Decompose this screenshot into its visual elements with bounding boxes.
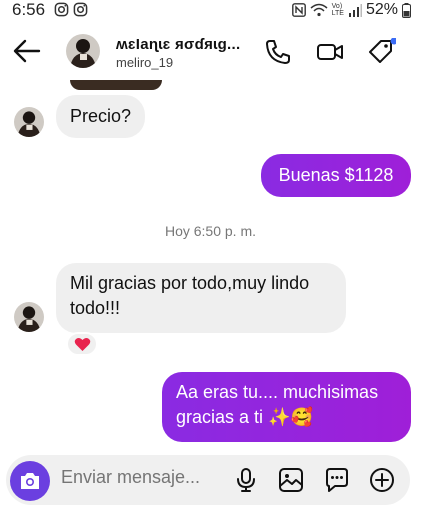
message-bubble-outgoing[interactable]: Buenas $1128 (261, 154, 411, 197)
message-text-line: gracias a ti ✨🥰 (176, 407, 313, 427)
message-text: Buenas $1128 (278, 165, 394, 185)
message-text-line: todo!!! (70, 298, 121, 318)
status-right-cluster: Vo) LTE 52% (291, 1, 411, 19)
sender-avatar[interactable] (14, 107, 44, 137)
video-camera-icon[interactable] (316, 38, 344, 66)
status-time: 6:56 (12, 0, 46, 19)
message-bubble-outgoing[interactable]: Aa eras tu.... muchisimas gracias a ti ✨… (162, 372, 411, 442)
back-arrow-icon[interactable] (12, 38, 42, 64)
camera-button[interactable] (10, 461, 50, 501)
phone-icon[interactable] (264, 38, 292, 66)
sticker-icon[interactable] (323, 466, 351, 494)
status-app-icons (54, 2, 88, 17)
chat-screen: 6:56 Vo) LTE 52% ʍɛƖaɳɩɛ яσɗяɩg... melir… (0, 0, 421, 512)
reaction-badge[interactable] (66, 332, 98, 356)
message-input[interactable] (61, 467, 221, 488)
message-text-line: Aa eras tu.... muchisimas (176, 382, 379, 402)
plus-icon[interactable] (368, 466, 396, 494)
message-text-line: Mil gracias por todo,muy lindo (70, 273, 310, 293)
gallery-icon[interactable] (277, 466, 305, 494)
sender-avatar[interactable] (14, 302, 44, 332)
message-timestamp: Hoy 6:50 p. m. (164, 223, 257, 239)
tag-icon[interactable] (368, 38, 396, 66)
previous-message-fragment (70, 80, 162, 90)
signal-icon (348, 3, 362, 17)
message-bubble-incoming[interactable]: Mil gracias por todo,muy lindo todo!!! (56, 263, 346, 333)
contact-name[interactable]: ʍɛƖaɳɩɛ яσɗяɩg... (116, 36, 240, 53)
instagram-notification-icon (73, 2, 88, 17)
nfc-icon (291, 3, 306, 17)
volte-label: Vo) LTE (331, 3, 344, 17)
wifi-icon (310, 3, 328, 17)
message-text: Precio? (70, 106, 132, 126)
camera-icon (21, 473, 39, 489)
battery-icon (402, 2, 411, 18)
battery-percent: 52% (365, 1, 398, 18)
microphone-icon[interactable] (232, 466, 260, 494)
contact-avatar[interactable] (66, 34, 100, 68)
instagram-notification-icon (54, 2, 69, 17)
heart-icon (74, 337, 90, 351)
contact-username[interactable]: meliro_19 (116, 55, 173, 70)
message-bubble-incoming[interactable]: Precio? (56, 95, 146, 138)
